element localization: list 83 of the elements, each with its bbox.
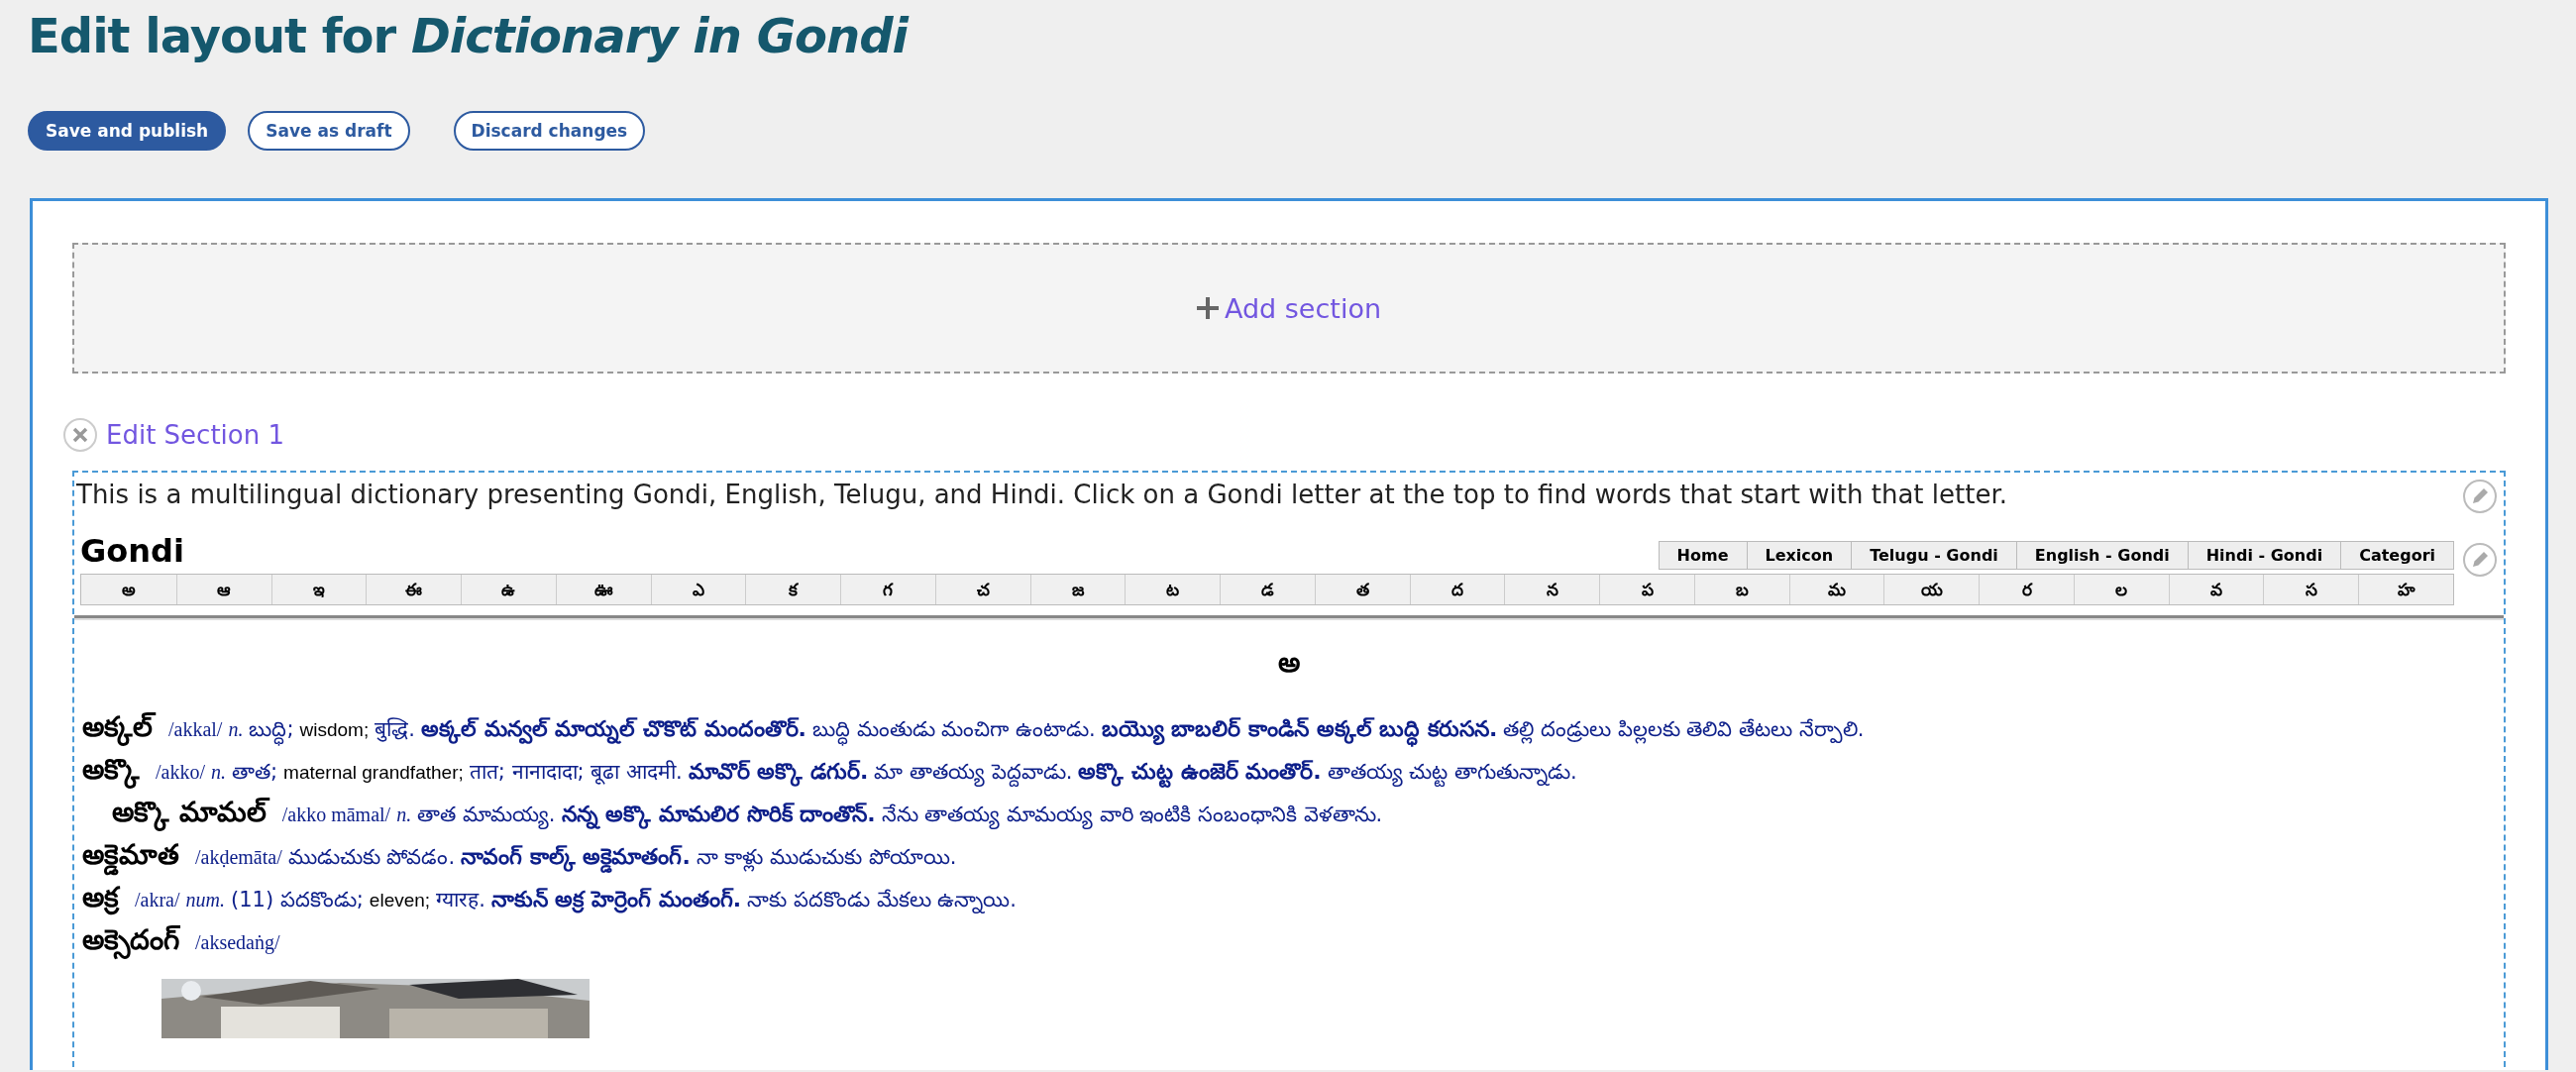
nav-link[interactable]: Telugu - Gondi (1851, 542, 2016, 569)
letter-link[interactable]: న (1504, 575, 1600, 604)
letter-link[interactable]: అ (81, 575, 176, 604)
entry-headword: అక్ర (82, 881, 119, 917)
letter-heading: అ (1277, 646, 1301, 681)
example-sentence: అక్కల్ మన్వల్ మాయ్నల్ చొకొట్ మందంతొర్. (420, 712, 806, 745)
translation-text: తాత; (232, 759, 278, 786)
translation-text: మా తాతయ్య పెద్దవాడు. (874, 757, 1073, 789)
translation-text: బుద్ధి మంతుడు మంచిగా ఉంటాడు. (811, 714, 1096, 746)
part-of-speech: n. (228, 717, 244, 742)
letter-link[interactable]: క (745, 575, 841, 604)
letter-link[interactable]: చ (934, 575, 1030, 604)
pronunciation: /akra/ (135, 888, 180, 912)
letter-link[interactable]: హ (2358, 575, 2453, 604)
add-section-link[interactable]: Add section (1196, 292, 1382, 324)
nav-link[interactable]: Home (1659, 542, 1747, 569)
letter-link[interactable]: స (2263, 575, 2359, 604)
translation-text: నేను తాతయ్య మామయ్య వారి ఇంటికి సంబంధానికి వెళతాను. (881, 800, 1383, 831)
letter-link[interactable]: ల (2073, 575, 2169, 604)
publish-button[interactable]: Save and publish (28, 111, 227, 151)
pencil-icon[interactable] (2462, 542, 2498, 578)
letter-link[interactable]: బ (1693, 575, 1789, 604)
letter-link[interactable]: ఊ (555, 575, 651, 604)
draft-button[interactable]: Save as draft (248, 111, 410, 151)
translation-text: तात; नानादादा; बूढा आदमी. (469, 759, 683, 787)
entry-headword: అక్కొ (82, 753, 140, 793)
english-gloss: maternal grandfather; (283, 762, 464, 784)
translation-text: बुद्धि. (375, 716, 415, 744)
plus-icon (1196, 297, 1219, 319)
english-gloss: wisdom; (299, 719, 370, 741)
letter-link[interactable]: ఎ (650, 575, 746, 604)
entry-headword: అక్డెమాత (82, 838, 179, 878)
part-of-speech: num. (185, 888, 225, 912)
letter-link[interactable]: త (1314, 575, 1410, 604)
edit-section-link[interactable]: Edit Section 1 (106, 420, 285, 450)
letter-link[interactable]: జ (1029, 575, 1126, 604)
letter-link[interactable]: ద (1409, 575, 1505, 604)
translation-text: బుద్ధి; (249, 714, 294, 746)
translation-text: తాతయ్య చుట్ట తాగుతున్నాడు. (1327, 757, 1577, 789)
translation-text: నా కాళ్లు ముడుచుకు పోయాయి. (696, 842, 957, 874)
part-of-speech: n. (396, 803, 412, 827)
translation-text: (11) పదకొండు; (231, 887, 364, 913)
letter-link[interactable]: య (1883, 575, 1980, 604)
example-sentence: అక్కొ చుట్ట ఉంజెర్ మంతొర్. (1078, 755, 1322, 788)
pencil-icon[interactable] (2462, 479, 2498, 514)
nav-link[interactable]: Lexicon (1746, 542, 1852, 569)
letter-link[interactable]: ఉ (461, 575, 556, 604)
intro-text: This is a multilingual dictionary presenting Gondi, English, Telugu, and Hindi. Click on a Gondi letter at the top to find words that start with that letter. (75, 479, 2008, 511)
page-title: Edit layout for Dictionary in Gondi (28, 7, 911, 65)
translation-text: ముడుచుకు పోవడం. (287, 844, 456, 871)
pronunciation: /akko/ (156, 760, 205, 785)
site-title: Gondi (80, 532, 184, 570)
english-gloss: eleven; (369, 890, 431, 911)
letter-link[interactable]: డ (1220, 575, 1315, 604)
letter-link[interactable]: మ (1788, 575, 1884, 604)
translation-text: తల్లి దండ్రులు పిల్లలకు తెలివి తేటలు నేర్పాలి. (1503, 714, 1865, 746)
translation-text: ग्यारह. (436, 887, 485, 913)
example-sentence: నాకున్ అక్ర హెర్రెంగ్ మంతంగ్. (490, 886, 742, 915)
letter-link[interactable]: ర (1979, 575, 2074, 604)
pronunciation: /aksedaṅg/ (195, 930, 280, 956)
nav-link[interactable]: Categori (2340, 542, 2453, 569)
letter-link[interactable]: వ (2168, 575, 2264, 604)
translation-text: నాకు పదకొండు మేకలు ఉన్నాయి. (747, 887, 1017, 915)
pronunciation: /akkal/ (168, 717, 223, 742)
example-sentence: నన్న అక్కొ మామలిర సొరిక్ దాంతొన్. (561, 798, 876, 830)
discard-button[interactable]: Discard changes (453, 111, 646, 151)
letter-link[interactable]: ట (1125, 575, 1221, 604)
example-sentence: మావొర్ అక్కొ డగుర్. (688, 755, 869, 788)
letter-link[interactable]: ఈ (366, 575, 462, 604)
example-sentence: బయ్యొ బాబలిర్ కాండిన్ అక్కల్ బుద్ధి కరుసన. (1101, 712, 1498, 745)
letter-link[interactable]: గ (840, 575, 935, 604)
entry-headword: అక్సెదంగ్ (82, 923, 179, 963)
close-icon[interactable] (62, 417, 98, 453)
translation-text: తాత మామయ్య. (417, 800, 556, 831)
letter-link[interactable]: ప (1599, 575, 1694, 604)
letter-link[interactable]: ఆ (175, 575, 271, 604)
letter-link[interactable]: ఇ (270, 575, 367, 604)
nav-link[interactable]: English - Gondi (2015, 542, 2188, 569)
pronunciation: /akko māmal/ (281, 803, 391, 827)
nav-link[interactable]: Hindi - Gondi (2187, 542, 2341, 569)
part-of-speech: n. (211, 760, 226, 785)
example-sentence: నావంగ్ కాల్క్ అక్డెమాతంగ్. (461, 840, 691, 873)
pronunciation: /akḍemāta/ (195, 845, 282, 870)
